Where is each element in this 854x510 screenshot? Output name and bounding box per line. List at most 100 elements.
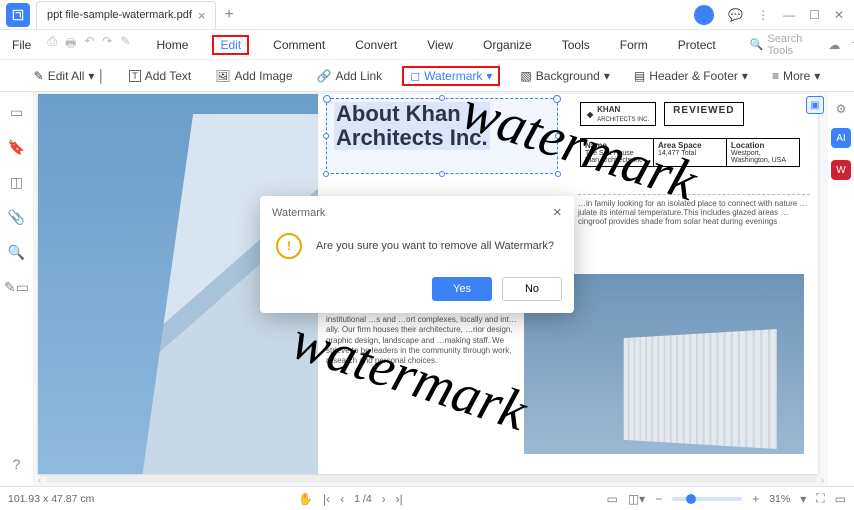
quick-access-toolbar: ⎙ 🖶 ↶ ↷ ✎ bbox=[47, 34, 130, 55]
new-tab-button[interactable]: + bbox=[224, 6, 233, 24]
more-label: More bbox=[783, 69, 810, 83]
menu-convert[interactable]: Convert bbox=[349, 35, 403, 55]
first-page-icon[interactable]: |‹ bbox=[323, 492, 330, 506]
close-window-icon[interactable]: ✕ bbox=[834, 8, 844, 22]
info-name-val: The Sea House Kian Architects Inc bbox=[585, 150, 643, 164]
title-line-1: About Khan bbox=[336, 101, 461, 126]
fit-page-icon[interactable]: ▭ bbox=[606, 492, 617, 506]
attachments-icon[interactable]: 📎 bbox=[8, 209, 25, 226]
menu-tools[interactable]: Tools bbox=[556, 35, 596, 55]
layers-icon[interactable]: ◫ bbox=[10, 174, 23, 191]
add-link-button[interactable]: 🔗 Add Link bbox=[313, 66, 387, 86]
header-footer-label: Header & Footer bbox=[649, 69, 738, 83]
logo-name: KHAN bbox=[597, 105, 620, 114]
edit-all-label: Edit All bbox=[48, 69, 85, 83]
status-bar: 101.93 x 47.87 cm ✋ |‹ ‹ 1 /4 › ›| ▭ ◫▾ … bbox=[0, 486, 854, 510]
more-button[interactable]: ≡ More ▾ bbox=[768, 66, 824, 86]
main-menu: Home Edit Comment Convert View Organize … bbox=[150, 35, 721, 55]
edit-all-button[interactable]: ✎ Edit All ▾ │ bbox=[30, 66, 110, 86]
yes-button[interactable]: Yes bbox=[432, 277, 492, 301]
horizontal-scrollbar[interactable]: ‹› bbox=[34, 474, 828, 486]
document-title[interactable]: About Khan Architects Inc. bbox=[334, 102, 490, 150]
menu-edit[interactable]: Edit bbox=[212, 35, 249, 55]
brush-icon[interactable]: ✎ bbox=[120, 34, 130, 55]
fields-icon[interactable]: ✎▭ bbox=[4, 279, 29, 296]
dialog-message: Are you sure you want to remove all Wate… bbox=[316, 240, 554, 252]
confirm-dialog: Watermark ✕ ! Are you sure you want to r… bbox=[260, 196, 574, 313]
watermark-button[interactable]: ◻ Watermark ▾ bbox=[402, 66, 500, 86]
dialog-close-icon[interactable]: ✕ bbox=[553, 206, 562, 219]
info-name-label: Name bbox=[585, 141, 649, 150]
page-total: /4 bbox=[363, 493, 372, 505]
left-sidebar: ▭ 🔖 ◫ 📎 🔍 ✎▭ ? bbox=[0, 92, 34, 486]
warning-icon: ! bbox=[276, 233, 302, 259]
help-icon[interactable]: ? bbox=[13, 456, 21, 472]
menu-protect[interactable]: Protect bbox=[672, 35, 722, 55]
floating-tool-badge[interactable]: ▣ bbox=[806, 96, 824, 114]
ai-badge[interactable]: AI bbox=[831, 128, 851, 148]
zoom-slider[interactable] bbox=[672, 497, 742, 501]
share-icon[interactable]: ⇪ bbox=[850, 38, 854, 52]
no-button[interactable]: No bbox=[502, 277, 562, 301]
layout-icon[interactable]: ◫▾ bbox=[628, 492, 645, 506]
dialog-title: Watermark bbox=[272, 207, 325, 219]
thumbnails-icon[interactable]: ▭ bbox=[10, 104, 23, 121]
menu-bar: File ⎙ 🖶 ↶ ↷ ✎ Home Edit Comment Convert… bbox=[0, 30, 854, 60]
reviewed-stamp: REVIEWED bbox=[664, 102, 743, 126]
title-line-2: Architects Inc. bbox=[336, 125, 488, 150]
properties-icon[interactable]: ⚙ bbox=[836, 102, 847, 116]
zoom-in-icon[interactable]: + bbox=[752, 492, 759, 506]
info-loc-val: Westport, Washington, USA bbox=[731, 150, 786, 164]
minimize-icon[interactable]: — bbox=[783, 8, 795, 22]
page-indicator[interactable]: 1 /4 bbox=[354, 493, 372, 505]
cloud-icon[interactable]: ☁ bbox=[828, 38, 840, 52]
file-menu[interactable]: File bbox=[6, 36, 37, 54]
print-icon[interactable]: 🖶 bbox=[65, 34, 76, 55]
read-mode-icon[interactable]: ▭ bbox=[835, 492, 846, 506]
add-link-label: Add Link bbox=[335, 69, 382, 83]
hand-tool-icon[interactable]: ✋ bbox=[298, 492, 313, 506]
add-image-label: Add Image bbox=[234, 69, 292, 83]
info-area-val: 14,477 Total bbox=[658, 150, 696, 157]
menu-comment[interactable]: Comment bbox=[267, 35, 331, 55]
search-placeholder: Search Tools bbox=[767, 33, 802, 57]
background-button[interactable]: ▧ Background ▾ bbox=[516, 66, 613, 86]
document-tab[interactable]: ppt file-sample-watermark.pdf × bbox=[36, 1, 216, 29]
last-page-icon[interactable]: ›| bbox=[396, 492, 403, 506]
maximize-icon[interactable]: ☐ bbox=[809, 8, 820, 22]
zoom-value: 31% bbox=[769, 493, 790, 505]
prev-page-icon[interactable]: ‹ bbox=[340, 492, 344, 506]
search-tools[interactable]: 🔍 Search Tools bbox=[750, 33, 803, 57]
app-icon bbox=[6, 3, 30, 27]
add-image-button[interactable]: 🖼 Add Image bbox=[211, 66, 296, 86]
kebab-icon[interactable]: ⋮ bbox=[757, 8, 769, 22]
right-sidebar: ⚙ AI W bbox=[828, 92, 854, 486]
cursor-coords: 101.93 x 47.87 cm bbox=[8, 493, 94, 505]
word-badge[interactable]: W bbox=[831, 160, 851, 180]
add-text-label: Add Text bbox=[145, 69, 191, 83]
zoom-dropdown-icon[interactable]: ▾ bbox=[800, 492, 806, 506]
add-text-button[interactable]: TAdd Text bbox=[125, 66, 195, 86]
menu-form[interactable]: Form bbox=[614, 35, 654, 55]
zoom-out-icon[interactable]: − bbox=[655, 492, 662, 506]
edit-toolbar: ✎ Edit All ▾ │ TAdd Text 🖼 Add Image 🔗 A… bbox=[0, 60, 854, 92]
next-page-icon[interactable]: › bbox=[382, 492, 386, 506]
bookmarks-icon[interactable]: 🔖 bbox=[8, 139, 25, 156]
menu-home[interactable]: Home bbox=[150, 35, 194, 55]
info-loc-label: Location bbox=[731, 141, 795, 150]
watermark-label: Watermark bbox=[424, 69, 482, 83]
header-footer-button[interactable]: ▤ Header & Footer ▾ bbox=[630, 66, 752, 86]
search-panel-icon[interactable]: 🔍 bbox=[8, 244, 25, 261]
save-icon[interactable]: ⎙ bbox=[47, 34, 57, 55]
user-avatar[interactable] bbox=[694, 5, 714, 25]
logo-sub: ARCHITECTS INC. bbox=[597, 117, 649, 123]
menu-organize[interactable]: Organize bbox=[477, 35, 538, 55]
close-tab-icon[interactable]: × bbox=[198, 8, 206, 23]
background-label: Background bbox=[536, 69, 600, 83]
fullscreen-icon[interactable]: ⛶ bbox=[816, 491, 824, 506]
intro-paragraph: …in family looking for an isolated place… bbox=[578, 194, 810, 226]
redo-icon[interactable]: ↷ bbox=[102, 34, 112, 55]
undo-icon[interactable]: ↶ bbox=[84, 34, 94, 55]
menu-view[interactable]: View bbox=[421, 35, 459, 55]
chat-icon[interactable]: 💬 bbox=[728, 8, 743, 22]
